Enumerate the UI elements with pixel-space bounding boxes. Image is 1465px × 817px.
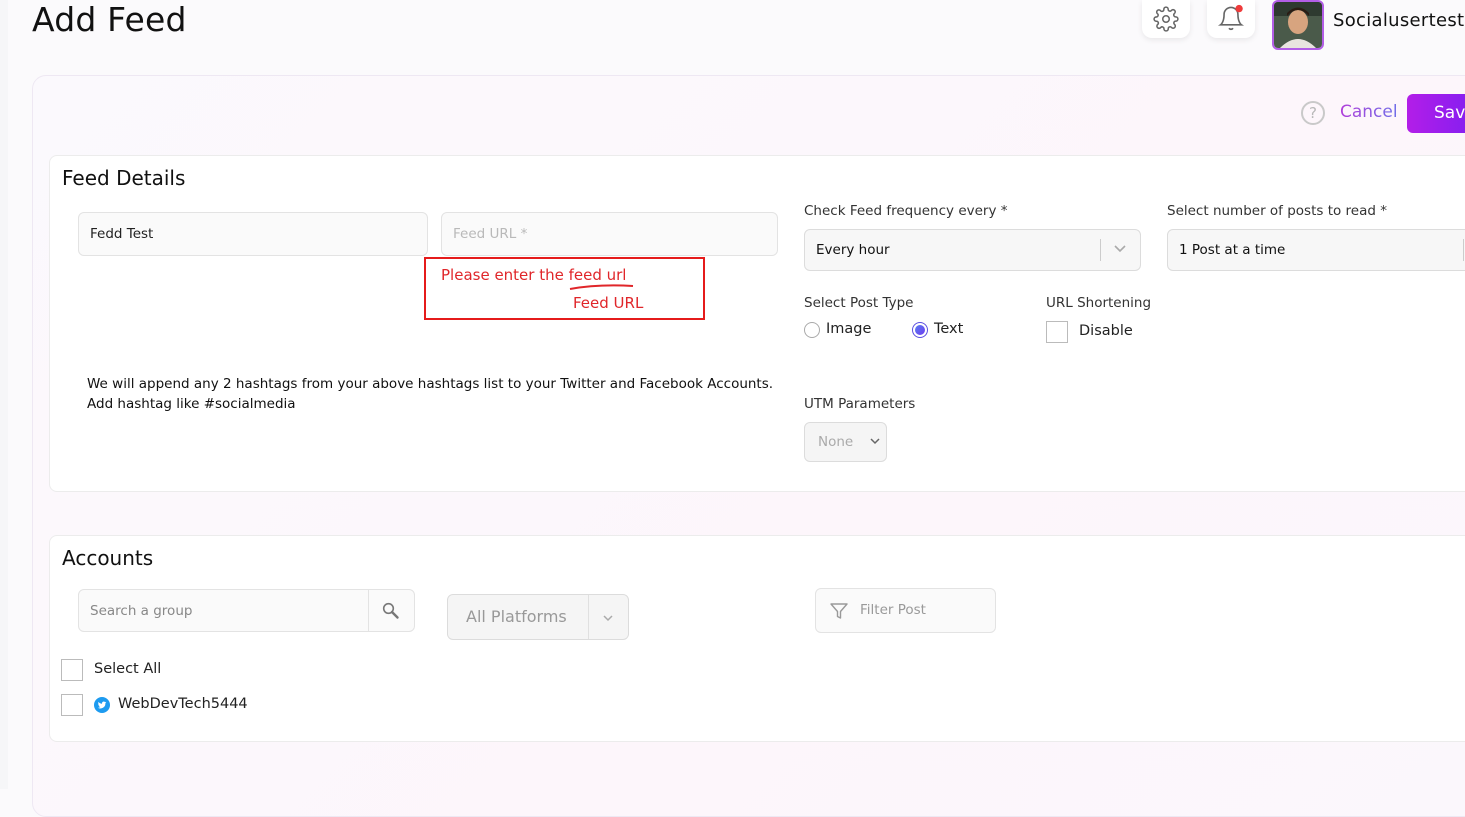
bell-icon	[1217, 4, 1245, 31]
avatar[interactable]	[1272, 0, 1324, 50]
select-separator	[588, 595, 589, 639]
select-all-checkbox[interactable]	[61, 659, 83, 681]
chevron-down-icon	[603, 615, 613, 622]
post-type-text-radio[interactable]	[912, 322, 928, 338]
hashtag-note-line: We will append any 2 hashtags from your …	[87, 376, 774, 392]
url-shortening-label: URL Shortening	[1046, 295, 1152, 311]
hashtag-note-line: Add hashtag like #socialmedia	[87, 396, 296, 412]
help-button[interactable]: ?	[1301, 101, 1325, 125]
gear-icon	[1153, 6, 1179, 32]
section-title: Accounts	[62, 546, 154, 570]
username[interactable]: Socialusertest	[1333, 10, 1464, 31]
post-type-image-radio[interactable]	[804, 322, 820, 338]
input-separator	[368, 590, 369, 631]
frequency-label: Check Feed frequency every *	[804, 203, 1008, 219]
utm-value: None	[818, 434, 854, 450]
search-group-input[interactable]: Search a group	[78, 589, 415, 632]
post-type-label: Select Post Type	[804, 295, 914, 311]
select-all-label[interactable]: Select All	[94, 661, 161, 677]
posts-count-label: Select number of posts to read *	[1167, 203, 1387, 219]
cancel-button[interactable]: Cancel	[1340, 102, 1398, 122]
utm-select[interactable]: None	[804, 422, 887, 462]
url-shortening-option[interactable]: Disable	[1079, 323, 1133, 339]
page-title: Add Feed	[32, 0, 187, 39]
posts-count-select[interactable]: 1 Post at a time	[1167, 229, 1465, 271]
platform-select[interactable]: All Platforms	[447, 594, 629, 640]
question-icon: ?	[1309, 104, 1317, 122]
filter-icon	[830, 603, 848, 619]
frequency-value: Every hour	[816, 242, 890, 258]
feed-name-input[interactable]: Fedd Test	[78, 212, 428, 256]
chevron-down-icon	[1114, 245, 1126, 253]
user-avatar-image	[1274, 2, 1322, 48]
account-checkbox[interactable]	[61, 694, 83, 716]
posts-count-value: 1 Post at a time	[1179, 242, 1286, 258]
left-sidebar-edge	[0, 0, 8, 789]
feed-url-error: Please enter the feed url	[441, 266, 627, 284]
utm-label: UTM Parameters	[804, 396, 916, 412]
settings-button[interactable]	[1142, 0, 1190, 38]
search-icon[interactable]	[382, 602, 400, 620]
hashtag-note: We will append any 2 hashtags from your …	[87, 374, 773, 414]
post-type-text-label[interactable]: Text	[934, 321, 963, 337]
select-separator	[1100, 239, 1101, 261]
search-placeholder: Search a group	[90, 603, 193, 619]
accounts-section: Accounts	[49, 535, 1465, 742]
filter-post-input[interactable]: Filter Post	[815, 588, 996, 633]
filter-placeholder: Filter Post	[860, 602, 926, 618]
save-button[interactable]: Save	[1407, 94, 1465, 133]
notifications-button[interactable]	[1207, 0, 1255, 38]
section-title: Feed Details	[62, 166, 186, 190]
feed-url-error-hint: Feed URL	[573, 294, 644, 312]
account-name[interactable]: WebDevTech5444	[118, 696, 248, 712]
twitter-icon	[94, 697, 110, 713]
feed-url-input[interactable]: Feed URL *	[441, 212, 778, 256]
frequency-select[interactable]: Every hour	[804, 229, 1141, 271]
chevron-down-icon	[870, 438, 880, 445]
platform-value: All Platforms	[466, 607, 567, 626]
underline-annotation	[569, 284, 634, 290]
post-type-image-label[interactable]: Image	[826, 321, 871, 337]
url-shortening-checkbox[interactable]	[1046, 321, 1068, 343]
select-separator	[1463, 239, 1464, 261]
